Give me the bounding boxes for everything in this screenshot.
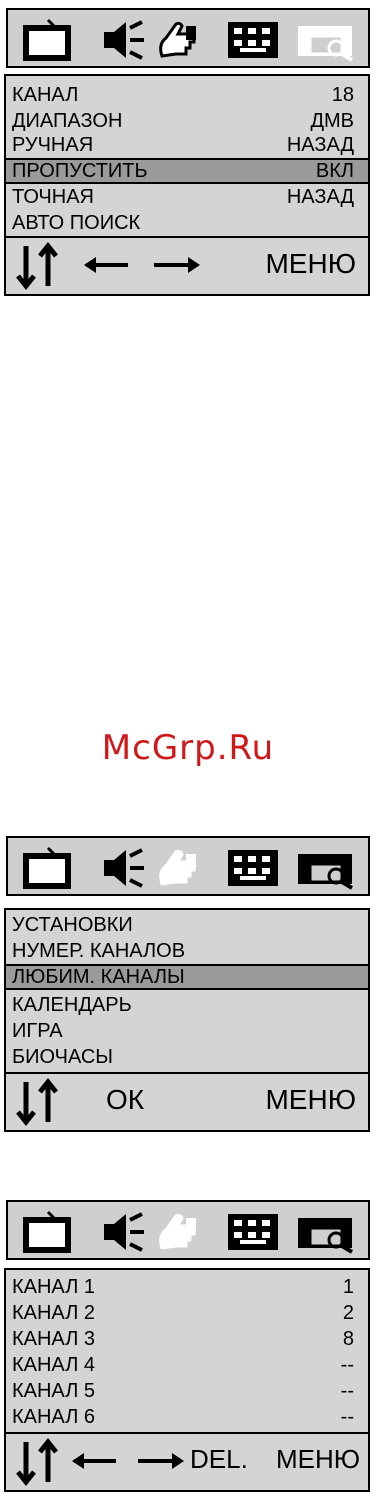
- speaker-icon[interactable]: [100, 846, 146, 890]
- up-down-arrows-icon[interactable]: [14, 1438, 64, 1486]
- channel-row-5[interactable]: КАНАЛ 5 --: [6, 1378, 368, 1404]
- row-label: КАНАЛ 3: [12, 1328, 96, 1350]
- panel-footer: ОК МЕНЮ: [6, 1072, 368, 1130]
- row-label: УСТАНОВКИ: [12, 914, 133, 936]
- row-label: КАНАЛ 5: [12, 1380, 96, 1402]
- delete-button[interactable]: DEL.: [190, 1444, 248, 1475]
- row-label: НУМЕР. КАНАЛОВ: [12, 940, 186, 962]
- row-value: 8: [342, 1328, 354, 1350]
- channel-row-1[interactable]: КАНАЛ 1 1: [6, 1274, 368, 1300]
- row-value: ДМВ: [310, 110, 354, 132]
- functions-menu-panel: УСТАНОВКИ НУМЕР. КАНАЛОВ ЛЮБИМ. КАНАЛЫ К…: [4, 908, 370, 1132]
- tv-icon[interactable]: [22, 846, 74, 890]
- hand-icon[interactable]: [156, 18, 202, 62]
- hand-icon[interactable]: [156, 1210, 202, 1254]
- menu-row-calendar[interactable]: КАЛЕНДАРЬ: [6, 992, 368, 1018]
- screen-icon[interactable]: [296, 18, 360, 62]
- tuning-menu-panel: КАНАЛ 18 ДИАПАЗОН ДМВ РУЧНАЯ НАЗАД ПРОПУСТИ…: [4, 74, 370, 296]
- menu-row-game[interactable]: ИГРА: [6, 1018, 368, 1044]
- grid-icon[interactable]: [226, 18, 282, 62]
- icon-bar-1: [6, 8, 370, 68]
- speaker-icon[interactable]: [100, 18, 146, 62]
- panel-footer: DEL. МЕНЮ: [6, 1432, 368, 1490]
- row-label: ДИАПАЗОН: [12, 110, 123, 132]
- grid-icon[interactable]: [226, 846, 282, 890]
- menu-button[interactable]: МЕНЮ: [276, 1444, 360, 1475]
- row-label: БИОЧАСЫ: [12, 1046, 113, 1068]
- left-arrow-icon[interactable]: [82, 254, 132, 276]
- row-value: ВКЛ: [315, 160, 354, 182]
- tv-icon[interactable]: [22, 1210, 74, 1254]
- screen-icon[interactable]: [296, 1210, 360, 1254]
- hand-icon[interactable]: [156, 846, 202, 890]
- right-arrow-icon[interactable]: [136, 1450, 186, 1472]
- channel-row-6[interactable]: КАНАЛ 6 --: [6, 1404, 368, 1430]
- menu-row-favorite-channels-selected[interactable]: ЛЮБИМ. КАНАЛЫ: [6, 964, 368, 990]
- left-arrow-icon[interactable]: [70, 1450, 120, 1472]
- menu-row-channel[interactable]: КАНАЛ 18: [6, 82, 368, 108]
- menu-button[interactable]: МЕНЮ: [265, 248, 356, 280]
- row-label: КАЛЕНДАРЬ: [12, 994, 132, 1016]
- menu-row-band[interactable]: ДИАПАЗОН ДМВ: [6, 108, 368, 134]
- row-label: ИГРА: [12, 1020, 63, 1042]
- icon-bar-3: [6, 1200, 370, 1260]
- row-value: --: [340, 1380, 354, 1402]
- menu-row-channel-numbering[interactable]: НУМЕР. КАНАЛОВ: [6, 938, 368, 964]
- menu-row-auto-search[interactable]: АВТО ПОИСК: [6, 210, 368, 236]
- menu-button[interactable]: МЕНЮ: [265, 1084, 356, 1116]
- icon-bar-2: [6, 836, 370, 896]
- row-value: 2: [342, 1302, 354, 1324]
- up-down-arrows-icon[interactable]: [14, 242, 64, 290]
- menu-row-skip-selected[interactable]: ПРОПУСТИТЬ ВКЛ: [6, 158, 368, 184]
- ok-button[interactable]: ОК: [106, 1084, 144, 1116]
- up-down-arrows-icon[interactable]: [14, 1078, 64, 1126]
- row-label: КАНАЛ 1: [12, 1276, 96, 1298]
- channel-row-2[interactable]: КАНАЛ 2 2: [6, 1300, 368, 1326]
- row-label: КАНАЛ 6: [12, 1406, 96, 1428]
- row-label: КАНАЛ 2: [12, 1302, 96, 1324]
- row-label: ПРОПУСТИТЬ: [12, 160, 148, 182]
- row-label: АВТО ПОИСК: [12, 212, 141, 234]
- row-value: --: [340, 1354, 354, 1376]
- screen-icon[interactable]: [296, 846, 360, 890]
- row-value: 18: [331, 84, 354, 106]
- speaker-icon[interactable]: [100, 1210, 146, 1254]
- row-value: НАЗАД: [286, 134, 354, 156]
- row-value: 1: [342, 1276, 354, 1298]
- watermark-text: McGrp.Ru: [101, 728, 275, 768]
- menu-row-biorhythm[interactable]: БИОЧАСЫ: [6, 1044, 368, 1070]
- menu-row-settings[interactable]: УСТАНОВКИ: [6, 912, 368, 938]
- row-value: НАЗАД: [286, 186, 354, 208]
- row-label: ЛЮБИМ. КАНАЛЫ: [12, 966, 185, 988]
- channel-row-3[interactable]: КАНАЛ 3 8: [6, 1326, 368, 1352]
- panel-footer: МЕНЮ: [6, 236, 368, 294]
- right-arrow-icon[interactable]: [152, 254, 202, 276]
- grid-icon[interactable]: [226, 1210, 282, 1254]
- favorite-channels-panel: КАНАЛ 1 1 КАНАЛ 2 2 КАНАЛ 3 8 КАНАЛ 4 -- КАН…: [4, 1268, 370, 1492]
- row-value: --: [340, 1406, 354, 1428]
- menu-row-manual[interactable]: РУЧНАЯ НАЗАД: [6, 132, 368, 158]
- row-label: ТОЧНАЯ: [12, 186, 94, 208]
- row-label: РУЧНАЯ: [12, 134, 94, 156]
- row-label: КАНАЛ 4: [12, 1354, 96, 1376]
- tv-icon[interactable]: [22, 18, 74, 62]
- channel-row-4[interactable]: КАНАЛ 4 --: [6, 1352, 368, 1378]
- menu-row-fine[interactable]: ТОЧНАЯ НАЗАД: [6, 184, 368, 210]
- row-label: КАНАЛ: [12, 84, 79, 106]
